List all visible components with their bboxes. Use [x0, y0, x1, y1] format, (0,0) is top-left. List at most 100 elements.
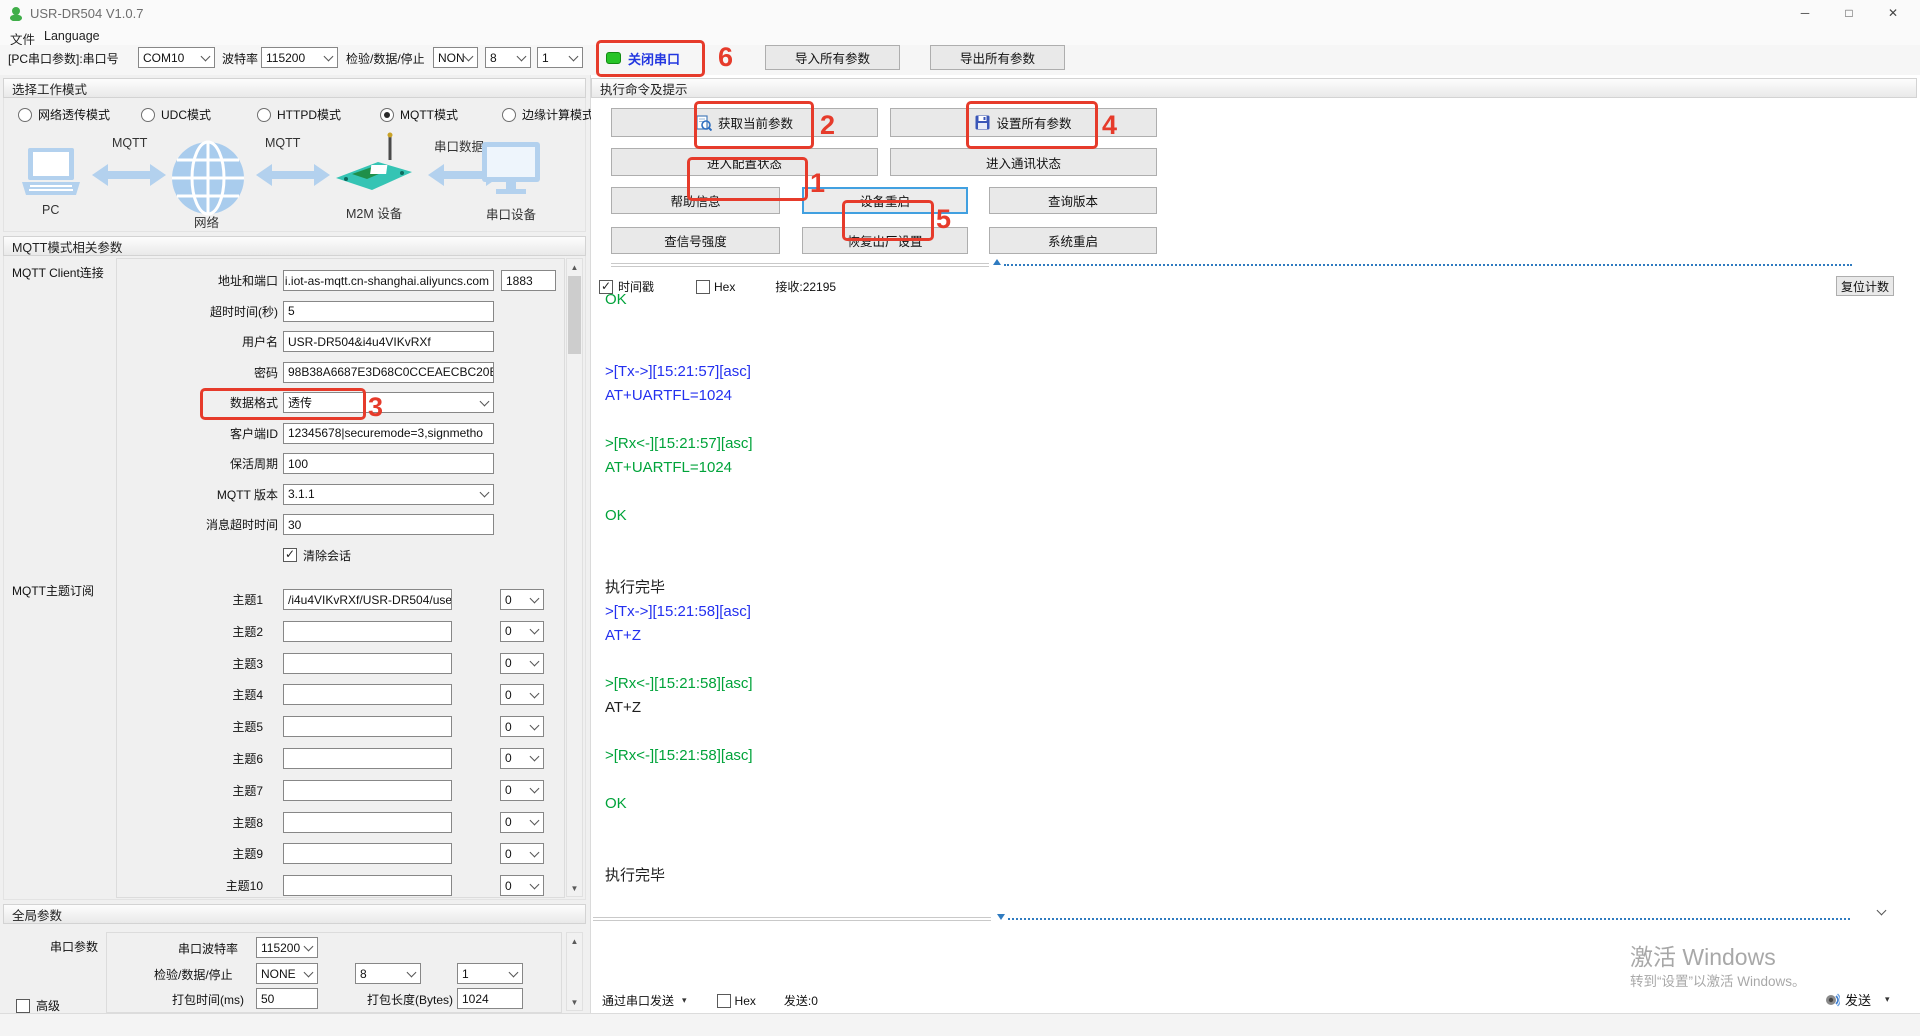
send-via-dropdown[interactable]: 通过串口发送 ▾ [602, 992, 687, 1009]
topic-input[interactable] [283, 652, 452, 674]
keepalive-input[interactable]: 100 [283, 453, 494, 474]
query-version-button[interactable]: 查询版本 [989, 187, 1157, 214]
keepalive-label: 保活周期 [229, 457, 278, 471]
import-params-button[interactable]: 导入所有参数 [765, 45, 900, 70]
parity-select[interactable]: NONI [433, 47, 478, 68]
topic-input[interactable] [283, 684, 452, 706]
global-stopbits-select[interactable]: 1 [457, 963, 523, 984]
menu-language[interactable]: Language [44, 29, 100, 43]
log-output[interactable]: OK >[Tx->][15:21:57][asc] AT+UARTFL=1024… [605, 288, 1845, 908]
export-params-button[interactable]: 导出所有参数 [930, 45, 1065, 70]
port-input[interactable]: 1883 [501, 270, 556, 291]
global-scrollbar[interactable]: ▲ ▼ [566, 932, 583, 1011]
log-line: >[Tx->][15:21:58][asc] [605, 603, 751, 620]
topic-qos-select[interactable]: 0 [500, 811, 544, 833]
mqtt-scrollbar[interactable]: ▲ ▼ [566, 258, 583, 897]
radio-mqtt[interactable]: MQTT模式 [380, 106, 458, 123]
password-input[interactable]: 98B38A6687E3D68C0CCEAECBC20EC [283, 361, 494, 383]
clientid-input[interactable]: 12345678|securemode=3,signmetho [283, 422, 494, 444]
mqtt-version-select[interactable]: 3.1.1 [283, 483, 494, 505]
close-serial-button[interactable]: 关闭串口 [606, 47, 680, 69]
topic-input[interactable] [283, 875, 452, 897]
get-params-button[interactable]: 获取当前参数 [611, 108, 878, 137]
username-input[interactable]: USR-DR504&i4u4VIKvRXf [283, 331, 494, 352]
clear-session-checkbox[interactable] [283, 547, 297, 562]
scrollbar-thumb[interactable] [568, 276, 581, 354]
get-params-icon [696, 114, 712, 131]
dataformat-select[interactable]: 透传 [283, 392, 494, 413]
send-hex-label: Hex [734, 993, 756, 1008]
topic-qos-select[interactable]: 0 [500, 620, 544, 642]
system-reboot-button[interactable]: 系统重启 [989, 227, 1157, 254]
network-node-label: 网络 [194, 216, 220, 230]
address-label: 地址和端口 [217, 274, 278, 288]
enter-comm-button[interactable]: 进入通讯状态 [890, 148, 1157, 176]
topic-input[interactable] [283, 747, 452, 769]
topic-label: 主题5 [232, 720, 263, 735]
topic-label: 主题8 [232, 815, 263, 830]
advanced-checkbox-row[interactable]: 高级 [16, 997, 60, 1014]
topic-qos-select[interactable]: 0 [500, 652, 544, 674]
topic-input[interactable] [283, 620, 452, 642]
query-signal-button[interactable]: 查信号强度 [611, 227, 780, 254]
timeout-input[interactable]: 5 [283, 300, 494, 322]
mqtt-params-header: MQTT模式相关参数 [3, 236, 586, 256]
scroll-up-icon[interactable]: ▲ [567, 933, 582, 949]
topic-input[interactable] [283, 716, 452, 738]
send-splitter[interactable] [593, 917, 991, 921]
chevron-down-icon [529, 720, 540, 731]
chevron-down-icon [406, 967, 417, 977]
help-button[interactable]: 帮助信息 [611, 187, 780, 214]
topic-qos-select[interactable]: 0 [500, 684, 544, 706]
topic-input[interactable] [283, 811, 452, 833]
topic-qos-select[interactable]: 0 [500, 875, 544, 897]
topic-input[interactable] [283, 779, 452, 801]
log-line: AT+UARTFL=1024 [605, 459, 733, 476]
chevron-down-icon [529, 815, 540, 826]
close-button[interactable]: ✕ [1876, 2, 1910, 24]
topics-section-label: MQTT主题订阅 [12, 584, 94, 598]
topic-qos-select[interactable]: 0 [500, 589, 544, 610]
mqtt-version-label: MQTT 版本 [216, 487, 278, 502]
com-port-select[interactable]: COM10 [138, 47, 215, 68]
topic-qos-select[interactable]: 0 [500, 843, 544, 865]
enter-config-button[interactable]: 进入配置状态 [611, 148, 878, 176]
minimize-button[interactable]: ─ [1788, 2, 1822, 24]
send-hex-checkbox[interactable] [716, 993, 731, 1008]
baud-label: 波特率 [222, 52, 259, 66]
radio-net-transparent[interactable]: 网络透传模式 [18, 106, 110, 123]
topic-qos-select[interactable]: 0 [500, 779, 544, 801]
window-title: USR-DR504 V1.0.7 [30, 6, 144, 21]
radio-edge[interactable]: 边缘计算模式 [502, 106, 594, 123]
global-parity-select[interactable]: NONE [256, 963, 318, 984]
scroll-down-icon[interactable]: ▼ [567, 880, 582, 896]
chevron-down-icon [529, 783, 540, 794]
topic-qos-select[interactable]: 0 [500, 716, 544, 738]
radio-httpd[interactable]: HTTPD模式 [257, 106, 341, 123]
packtime-input[interactable]: 50 [256, 988, 318, 1009]
chevron-down-icon [303, 967, 314, 977]
send-button[interactable]: 发送 ▾ [1824, 990, 1890, 1009]
advanced-checkbox[interactable] [16, 998, 30, 1013]
global-baud-select[interactable]: 115200 [256, 937, 318, 958]
log-line: OK [605, 291, 627, 308]
scroll-up-icon[interactable]: ▲ [567, 259, 582, 275]
topic-qos-select[interactable]: 0 [500, 747, 544, 769]
topic-label: 主题3 [232, 656, 263, 671]
msg-timeout-input[interactable]: 30 [283, 514, 494, 535]
topic-input[interactable]: /i4u4VIKvRXf/USR-DR504/user/get [283, 589, 452, 610]
topic-input[interactable] [283, 843, 452, 865]
topic-label: 主题4 [232, 688, 263, 703]
maximize-button[interactable]: □ [1832, 2, 1866, 24]
log-splitter[interactable] [611, 263, 989, 267]
scroll-down-icon[interactable]: ▼ [567, 994, 582, 1010]
baud-select[interactable]: 115200 [261, 47, 338, 68]
annotation-number-4: 4 [1102, 110, 1118, 140]
address-input[interactable]: i.iot-as-mqtt.cn-shanghai.aliyuncs.com [283, 270, 494, 291]
packlen-input[interactable]: 1024 [457, 988, 523, 1009]
databits-select[interactable]: 8 [485, 47, 531, 68]
global-databits-select[interactable]: 8 [355, 963, 421, 984]
radio-udc[interactable]: UDC模式 [141, 106, 211, 123]
stopbits-select[interactable]: 1 [537, 47, 583, 68]
